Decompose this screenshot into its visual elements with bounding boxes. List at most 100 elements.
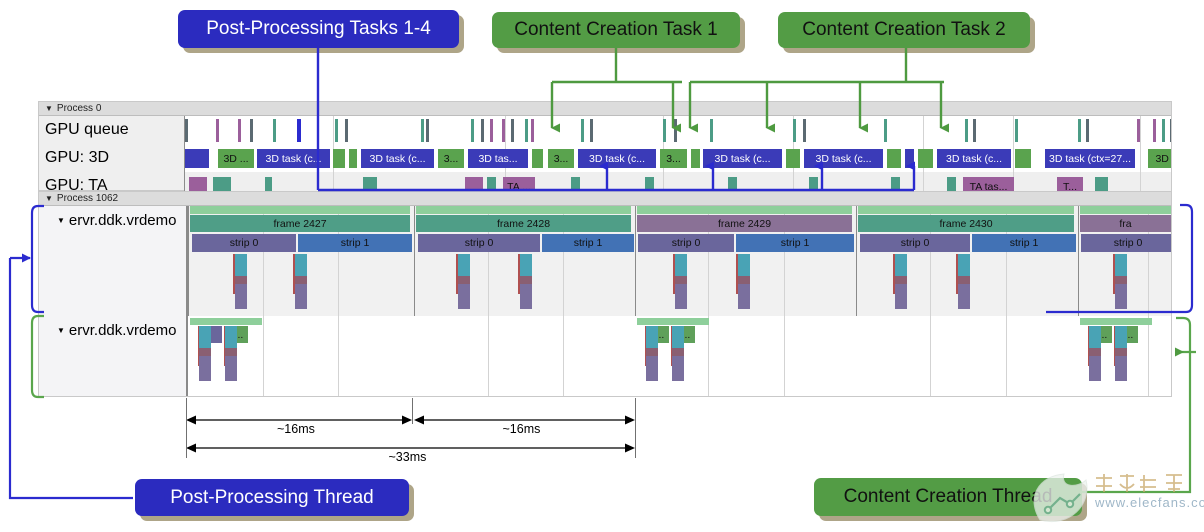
gpu-queue-tick[interactable] (590, 119, 593, 142)
strip-bar[interactable]: strip 1 (542, 234, 634, 252)
gpu-3d-task-block[interactable] (786, 149, 800, 168)
frame-bar[interactable]: frame 2430 (858, 215, 1074, 232)
gpu-queue-tick[interactable] (1153, 119, 1156, 142)
gpu-3d-task-block[interactable] (333, 149, 345, 168)
lane-gpu-queue[interactable] (184, 116, 1171, 144)
slice-block[interactable] (958, 254, 970, 276)
callout-content-creation-task-1[interactable]: Content Creation Task 1 (492, 12, 740, 48)
callout-post-processing-thread[interactable]: Post-Processing Thread (135, 479, 409, 516)
thread-1-timeline[interactable]: frame 2427 frame 2428 frame 2429 frame 2430… (186, 206, 1171, 328)
gpu-queue-tick[interactable] (793, 119, 796, 142)
gpu-queue-tick[interactable] (965, 119, 968, 142)
slice-block[interactable] (1089, 326, 1101, 348)
gpu-3d-task-block[interactable]: 3... (660, 149, 687, 168)
process1062-header[interactable]: ▼ Process 1062 (39, 192, 1171, 206)
gpu-3d-task-block[interactable]: 3D task (c... (937, 149, 1011, 168)
collapse-triangle-icon[interactable]: ▼ (45, 104, 53, 113)
frame-top-marker[interactable] (858, 206, 1074, 214)
group-top-marker[interactable] (1080, 318, 1152, 325)
frame-top-marker[interactable] (416, 206, 631, 214)
slice-block[interactable] (675, 254, 687, 276)
gpu-3d-task-block[interactable]: 3... (548, 149, 574, 168)
gpu-queue-tick[interactable] (1170, 119, 1171, 142)
strip-bar[interactable]: strip 0 (638, 234, 734, 252)
gpu-3d-task-block[interactable] (887, 149, 901, 168)
gpu-queue-tick[interactable] (663, 119, 666, 142)
gpu-queue-tick[interactable] (238, 119, 241, 142)
thread-label-1[interactable]: ▼ ervr.ddk.vrdemo (57, 212, 176, 229)
strip-bar[interactable]: strip 1 (736, 234, 854, 252)
slice-block[interactable] (199, 326, 211, 348)
frame-bar[interactable]: fra (1080, 215, 1171, 232)
gpu-3d-task-block[interactable] (185, 149, 209, 168)
gpu-3d-task-block[interactable] (349, 149, 357, 168)
gpu-queue-tick[interactable] (581, 119, 584, 142)
gpu-queue-tick[interactable] (973, 119, 976, 142)
strip-bar[interactable]: strip 1 (972, 234, 1076, 252)
slice-block[interactable] (646, 326, 658, 348)
gpu-queue-tick[interactable] (481, 119, 484, 142)
gpu-queue-tick[interactable] (297, 119, 301, 142)
slice-block[interactable] (1115, 326, 1127, 348)
gpu-3d-task-block[interactable] (532, 149, 543, 168)
slice-block[interactable] (225, 326, 237, 348)
slice-block[interactable] (458, 254, 470, 276)
collapse-triangle-icon[interactable]: ▼ (45, 194, 53, 203)
process0-header[interactable]: ▼ Process 0 (39, 102, 1171, 116)
gpu-3d-task-block[interactable]: 3D task (c... (703, 149, 782, 168)
gpu-queue-tick[interactable] (345, 119, 348, 142)
gpu-3d-task-block[interactable] (691, 149, 700, 168)
gpu-queue-tick[interactable] (710, 119, 713, 142)
gpu-3d-task-block[interactable] (918, 149, 933, 168)
strip-bar[interactable]: strip 0 (192, 234, 296, 252)
gpu-3d-task-block[interactable]: 3D task (c... (257, 149, 330, 168)
gpu-queue-tick[interactable] (250, 119, 253, 142)
group-top-marker[interactable] (190, 318, 262, 325)
frame-top-marker[interactable] (637, 206, 852, 214)
thread-label-2[interactable]: ▼ ervr.ddk.vrdemo (57, 322, 176, 339)
gpu-queue-tick[interactable] (1162, 119, 1165, 142)
gpu-3d-task-block[interactable]: 3D ... (1148, 149, 1171, 168)
thread-2-timeline[interactable]: g...g...g...g...g... (186, 316, 1171, 396)
gpu-queue-tick[interactable] (273, 119, 276, 142)
gpu-queue-tick[interactable] (185, 119, 188, 142)
slice-block[interactable] (235, 254, 247, 276)
gpu-3d-task-block[interactable]: 3... (438, 149, 464, 168)
gpu-queue-tick[interactable] (421, 119, 424, 142)
gpu-queue-tick[interactable] (1086, 119, 1089, 142)
lane-gpu-3d[interactable]: 3D ... 3D task (c... 3D task (c... 3... 3D t… (184, 144, 1171, 172)
gpu-queue-tick[interactable] (216, 119, 219, 142)
slice-block[interactable] (738, 254, 750, 276)
gpu-queue-tick[interactable] (426, 119, 429, 142)
gpu-3d-task-block[interactable]: 3D tas... (468, 149, 528, 168)
strip-bar[interactable]: strip 1 (298, 234, 412, 252)
gpu-queue-tick[interactable] (674, 119, 677, 142)
callout-content-creation-task-2[interactable]: Content Creation Task 2 (778, 12, 1030, 48)
slice-block[interactable] (520, 254, 532, 276)
gpu-queue-tick[interactable] (803, 119, 806, 142)
gpu-queue-tick[interactable] (525, 119, 528, 142)
gpu-3d-task-block[interactable] (1015, 149, 1031, 168)
slice-block[interactable] (295, 254, 307, 276)
gpu-3d-task-block[interactable]: 3D task (ctx=27... (1045, 149, 1135, 168)
group-top-marker[interactable] (637, 318, 709, 325)
slice-block[interactable] (672, 326, 684, 348)
frame-bar[interactable]: frame 2428 (416, 215, 631, 232)
gpu-3d-task-block[interactable]: 3D task (c... (578, 149, 656, 168)
gpu-queue-tick[interactable] (490, 119, 493, 142)
gpu-queue-tick[interactable] (1137, 119, 1140, 142)
gpu-3d-task-block[interactable]: 3D task (c... (804, 149, 883, 168)
callout-post-processing-tasks[interactable]: Post-Processing Tasks 1-4 (178, 10, 459, 48)
frame-bar[interactable]: frame 2427 (190, 215, 410, 232)
gpu-queue-tick[interactable] (1015, 119, 1018, 142)
frame-top-marker[interactable] (190, 206, 410, 214)
collapse-triangle-icon[interactable]: ▼ (57, 216, 65, 225)
gpu-queue-tick[interactable] (1078, 119, 1081, 142)
frame-top-marker[interactable] (1080, 206, 1171, 214)
gpu-queue-tick[interactable] (335, 119, 338, 142)
gpu-queue-tick[interactable] (884, 119, 887, 142)
slice-block[interactable] (895, 254, 907, 276)
slice-block[interactable] (1115, 254, 1127, 276)
gpu-queue-tick[interactable] (531, 119, 534, 142)
gpu-3d-task-block[interactable]: 3D task (c... (361, 149, 434, 168)
